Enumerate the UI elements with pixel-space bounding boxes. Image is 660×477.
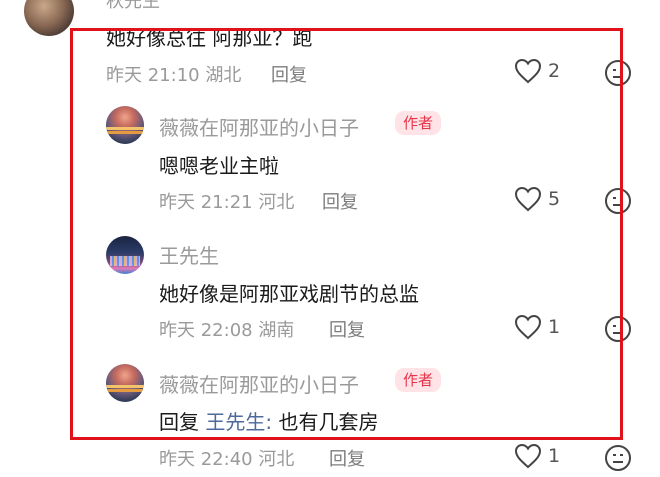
comment-location: 湖北 xyxy=(205,65,242,86)
reply-time: 昨天 22:40 xyxy=(159,449,253,470)
reply-button[interactable]: 回复 xyxy=(329,445,365,471)
heart-outline-icon xyxy=(514,443,542,469)
reply-location: 河北 xyxy=(258,449,295,470)
reply-location: 湖南 xyxy=(258,320,295,341)
neutral-face-icon xyxy=(605,445,631,471)
reply-button[interactable]: 回复 xyxy=(271,61,307,87)
like-count: 1 xyxy=(548,316,561,338)
reply-author[interactable]: 王先生 xyxy=(159,240,219,269)
like-count: 2 xyxy=(548,60,561,82)
author-badge: 作者 xyxy=(395,368,442,392)
like-count: 1 xyxy=(548,445,561,467)
emoji-react-button[interactable] xyxy=(604,444,632,472)
reply-text[interactable]: 嗯嗯老业主啦 xyxy=(159,150,279,179)
comment-meta: 昨天 21:10 湖北 xyxy=(106,61,241,87)
reply-time: 昨天 21:21 xyxy=(159,192,253,213)
reply-meta: 昨天 21:21 河北 xyxy=(159,188,294,214)
reply-time: 昨天 22:08 xyxy=(159,320,253,341)
reply-text[interactable]: 她好像是阿那亚戏剧节的总监 xyxy=(159,278,419,307)
reply-meta: 昨天 22:08 湖南 xyxy=(159,316,294,342)
reply-location: 河北 xyxy=(258,192,295,213)
avatar[interactable] xyxy=(106,106,144,144)
reply-button[interactable]: 回复 xyxy=(322,188,358,214)
comment-time: 昨天 21:10 xyxy=(106,65,200,86)
author-badge: 作者 xyxy=(395,111,442,135)
neutral-face-icon xyxy=(605,60,631,86)
avatar[interactable] xyxy=(24,0,74,36)
reply-author[interactable]: 薇薇在阿那亚的小日子 xyxy=(159,112,359,141)
comment-author[interactable]: 秋先生 xyxy=(106,0,160,13)
emoji-react-button[interactable] xyxy=(604,315,632,343)
like-button[interactable]: 2 xyxy=(514,58,560,84)
neutral-face-icon xyxy=(605,188,631,214)
comment-thread: 秋先生 她好像总往 阿那亚？跑 昨天 21:10 湖北 回复 2 薇薇在阿那亚的… xyxy=(0,0,660,477)
mention-link[interactable]: 王先生: xyxy=(205,410,272,434)
emoji-react-button[interactable] xyxy=(604,59,632,87)
reply-button[interactable]: 回复 xyxy=(329,316,365,342)
heart-outline-icon xyxy=(514,58,542,84)
like-button[interactable]: 5 xyxy=(514,186,560,212)
avatar[interactable] xyxy=(106,364,144,402)
reply-text-content: 也有几套房 xyxy=(278,410,379,434)
heart-outline-icon xyxy=(514,314,542,340)
comment-text[interactable]: 她好像总往 阿那亚？跑 xyxy=(106,22,312,51)
avatar[interactable] xyxy=(106,236,144,274)
neutral-face-icon xyxy=(605,316,631,342)
like-button[interactable]: 1 xyxy=(514,314,560,340)
like-button[interactable]: 1 xyxy=(514,443,560,469)
reply-prefix: 回复 xyxy=(159,410,199,434)
reply-text[interactable]: 回复 王先生: 也有几套房 xyxy=(159,406,378,435)
reply-meta: 昨天 22:40 河北 xyxy=(159,445,294,471)
reply-author[interactable]: 薇薇在阿那亚的小日子 xyxy=(159,369,359,398)
heart-outline-icon xyxy=(514,186,542,212)
like-count: 5 xyxy=(548,188,561,210)
emoji-react-button[interactable] xyxy=(604,187,632,215)
comment-text-content: 她好像总往 阿那亚？跑 xyxy=(106,26,313,50)
